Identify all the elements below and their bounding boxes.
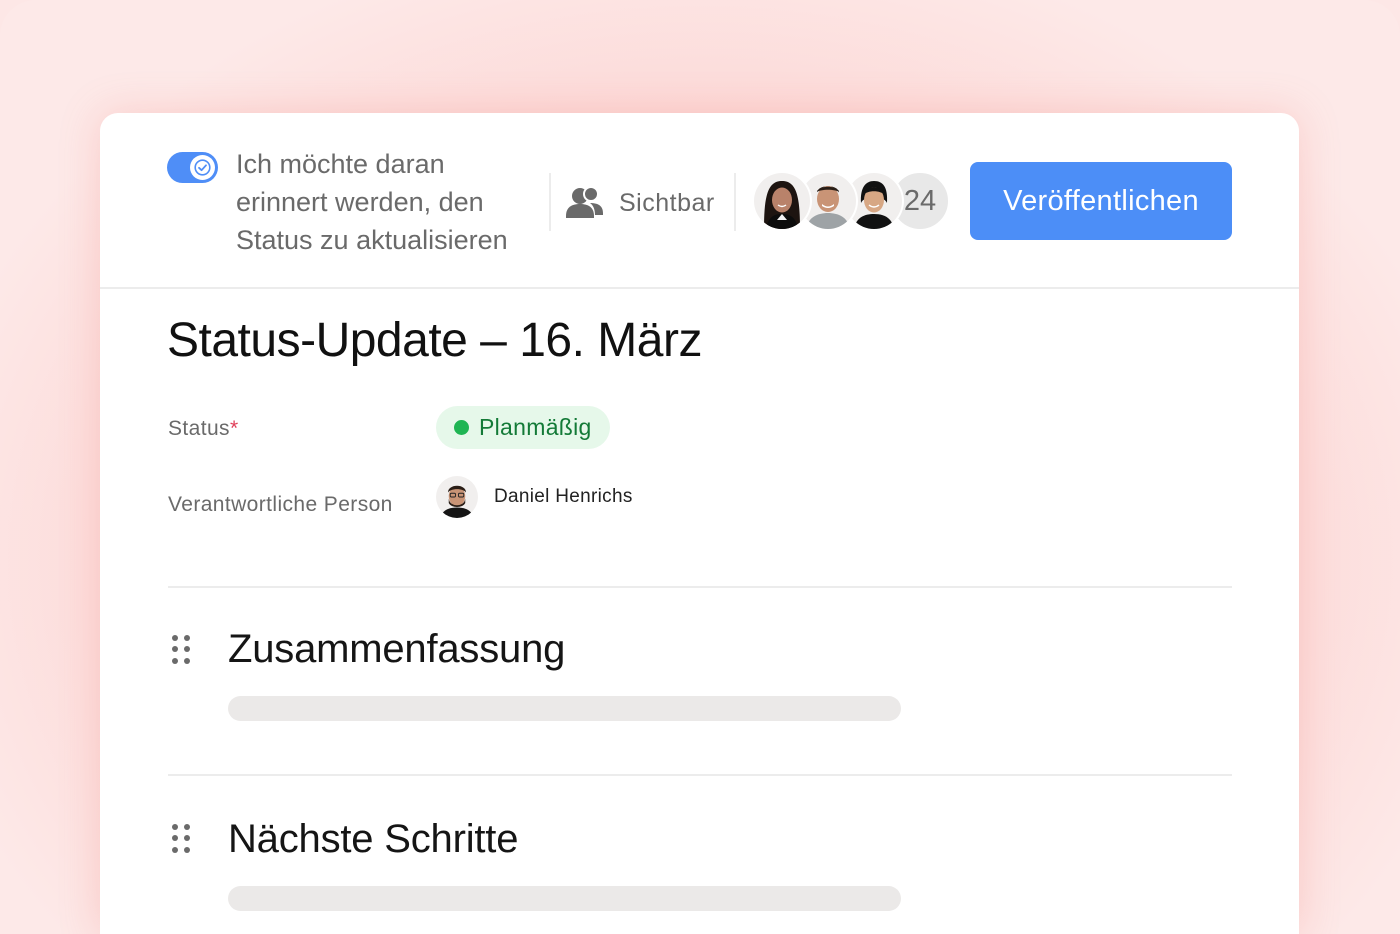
owner-field-label: Verantwortliche Person — [168, 493, 393, 516]
avatar[interactable] — [436, 476, 478, 518]
header-divider — [734, 173, 736, 231]
status-update-card: Ich möchte daran erinnert werden, den St… — [100, 113, 1299, 934]
reminder-label: Ich möchte daran erinnert werden, den St… — [236, 149, 508, 255]
reminder-toggle[interactable] — [167, 152, 218, 183]
visibility-button[interactable]: Sichtbar — [566, 185, 715, 221]
page-title: Status-Update – 16. März — [167, 314, 702, 367]
next-steps-placeholder[interactable] — [228, 886, 901, 911]
avatar — [752, 171, 812, 231]
owner-name[interactable]: Daniel Henrichs — [494, 486, 633, 508]
card-header: Ich möchte daran erinnert werden, den St… — [100, 113, 1299, 289]
status-badge[interactable]: Planmäßig — [436, 406, 610, 449]
drag-handle-icon[interactable] — [172, 635, 190, 665]
section-title-next-steps: Nächste Schritte — [228, 817, 519, 861]
section-title-summary: Zusammenfassung — [228, 627, 566, 671]
visibility-label: Sichtbar — [619, 188, 715, 217]
status-dot-icon — [454, 420, 469, 435]
status-field-label: Status* — [168, 417, 239, 441]
status-value: Planmäßig — [479, 414, 592, 440]
header-divider — [549, 173, 551, 231]
status-label: Status — [168, 417, 230, 440]
section-divider — [168, 586, 1232, 588]
check-icon — [190, 155, 215, 180]
publish-button[interactable]: Veröffentlichen — [970, 162, 1232, 240]
required-mark: * — [229, 417, 239, 440]
summary-placeholder[interactable] — [228, 696, 901, 721]
drag-handle-icon[interactable] — [172, 824, 190, 854]
section-divider — [168, 774, 1232, 776]
people-icon — [566, 186, 603, 218]
